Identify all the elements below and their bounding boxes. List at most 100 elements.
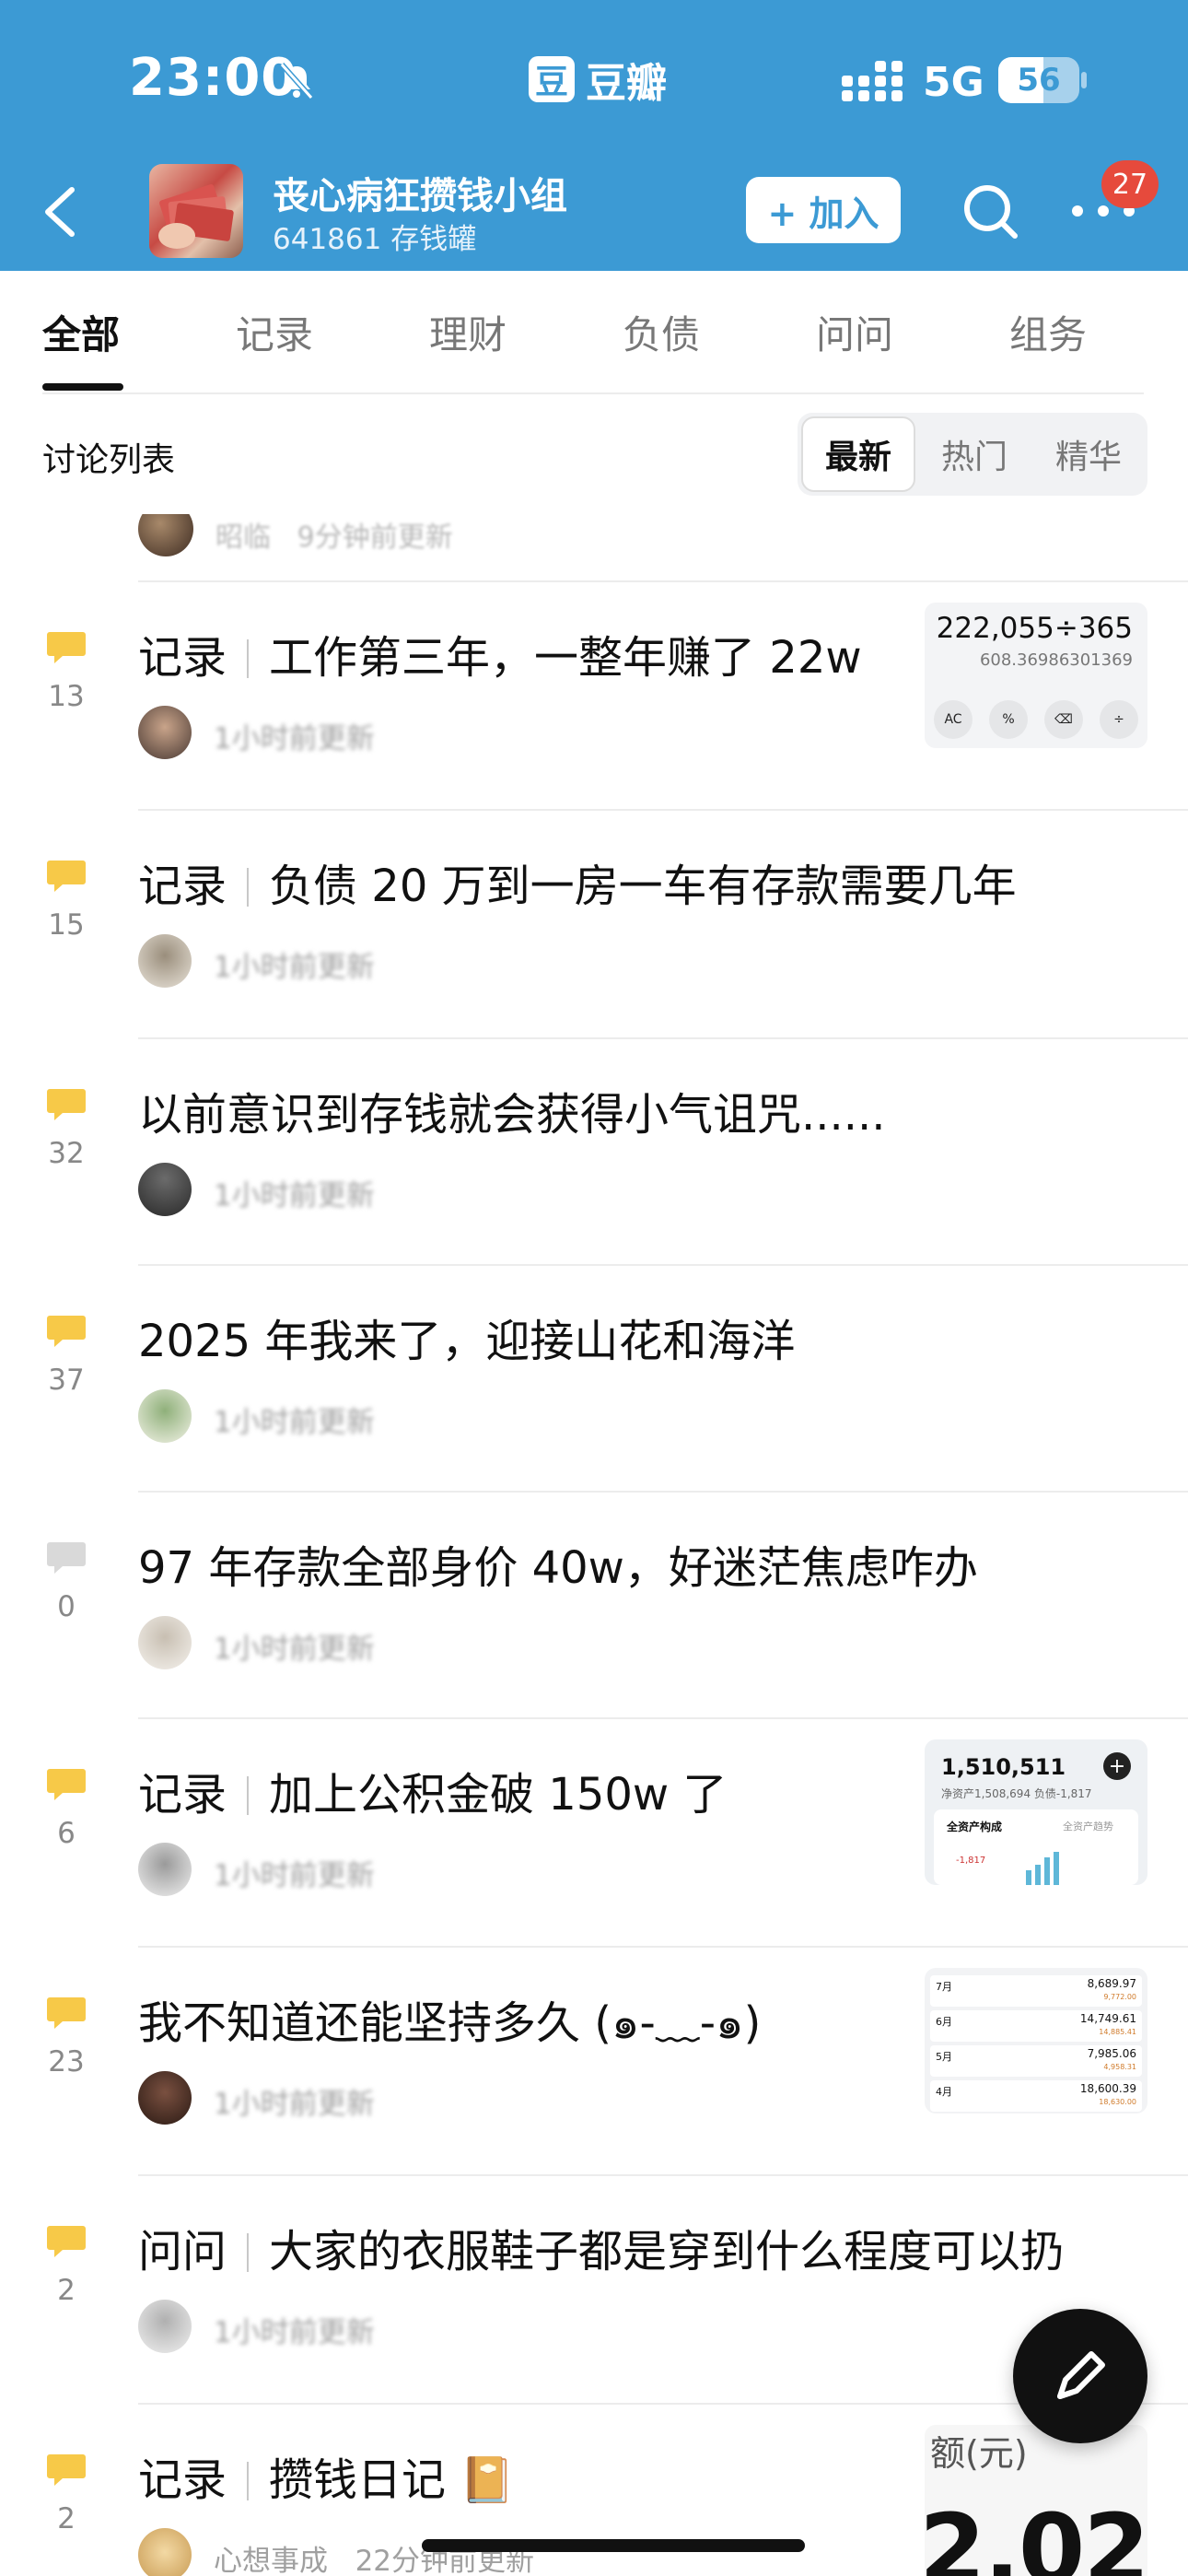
brand-name: 豆瓣: [586, 60, 667, 107]
post-title-text: 攒钱日记 📔: [269, 2454, 516, 2506]
cell-signal-icon: [842, 61, 903, 101]
diary-amount: 2,020: [925, 2493, 1147, 2576]
post-item[interactable]: 6 记录 加上公积金破 150w 了 1小时前更新 1,510,511 净资产1,…: [0, 1719, 1188, 1946]
discussion-list-title: 讨论列表: [42, 441, 176, 479]
calc-key: ⌫: [1044, 700, 1083, 739]
post-tag: 记录: [138, 2454, 227, 2506]
post-title[interactable]: 2025 年我来了，迎接山花和海洋: [138, 1305, 795, 1369]
asset-tab: 全资产趋势: [1063, 1821, 1113, 1832]
comment-bubble-icon: [47, 1089, 86, 1120]
post-meta: 1小时前更新: [214, 722, 375, 755]
join-group-button[interactable]: + 加入: [746, 177, 901, 243]
post-title[interactable]: 我不知道还能坚持多久 (๑-﹏-๑): [138, 1986, 761, 2058]
asset-total: 1,510,511: [941, 1754, 1066, 1780]
post-item[interactable]: 0 97 年存款全部身价 40w，好迷茫焦虑咋办 1小时前更新: [0, 1493, 1188, 1719]
comment-bubble-icon: [47, 861, 86, 892]
avatar[interactable]: [138, 934, 192, 988]
avatar[interactable]: [138, 706, 192, 759]
list-header: 讨论列表 最新 热门 精华: [0, 394, 1188, 514]
avatar[interactable]: [138, 2071, 192, 2125]
comment-count: 2: [57, 2274, 76, 2307]
comment-count: 6: [57, 1817, 76, 1850]
search-icon[interactable]: [960, 177, 1022, 247]
tab-all[interactable]: 全部: [42, 304, 120, 360]
sort-hot[interactable]: 热门: [917, 413, 1031, 496]
avatar[interactable]: [138, 1843, 192, 1896]
post-item[interactable]: 13 记录 工作第三年，一整年赚了 22w 1小时前更新 222,055÷365 …: [0, 582, 1188, 809]
tab-group-affairs[interactable]: 组务: [1009, 304, 1087, 360]
post-title[interactable]: 以前意识到存钱就会获得小气诅咒......: [138, 1078, 886, 1142]
post-title[interactable]: 记录 工作第三年，一整年赚了 22w: [138, 621, 862, 685]
comment-bubble-icon: [47, 1997, 86, 2029]
group-avatar[interactable]: [149, 164, 243, 258]
post-tag: 记录: [138, 1769, 227, 1821]
post-title[interactable]: 问问 大家的衣服鞋子都是穿到什么程度可以扔: [138, 2215, 1065, 2279]
calculator-screenshot-thumbnail[interactable]: 222,055÷365 608.36986301369 AC % ⌫ ÷: [925, 603, 1147, 748]
tab-debt[interactable]: 负债: [623, 304, 700, 360]
app-brand: 豆 豆瓣: [529, 52, 667, 107]
network-type: 5G: [923, 59, 984, 106]
status-time: 23:00: [129, 48, 298, 108]
comment-bubble-icon: [47, 2454, 86, 2486]
assets-screenshot-thumbnail[interactable]: 1,510,511 净资产1,508,694 负债-1,817 + 全资产构成 …: [925, 1739, 1147, 1885]
battery-icon: 56: [998, 57, 1079, 103]
compose-post-button[interactable]: [1013, 2309, 1147, 2443]
month-row: 5月 7,985.06 4,958.31: [930, 2045, 1142, 2077]
post-title-text: 大家的衣服鞋子都是穿到什么程度可以扔: [269, 2226, 1066, 2277]
post-title[interactable]: 记录 负债 20 万到一房一车有存款需要几年: [138, 849, 1017, 914]
avatar[interactable]: [138, 2528, 192, 2576]
calc-key: ÷: [1100, 700, 1138, 739]
comment-count: 23: [48, 2045, 85, 2078]
battery-cap: [1081, 72, 1087, 88]
post-title-text: 加上公积金破 150w 了: [269, 1769, 728, 1821]
active-tab-indicator: [42, 383, 123, 391]
comment-count: 15: [48, 908, 85, 942]
post-item[interactable]: 23 我不知道还能坚持多久 (๑-﹏-๑) 1小时前更新 7月 8,689.97 9…: [0, 1948, 1188, 2174]
post-title[interactable]: 97 年存款全部身价 40w，好迷茫焦虑咋办: [138, 1531, 978, 1596]
avatar[interactable]: [138, 1389, 192, 1443]
avatar[interactable]: [138, 514, 193, 556]
comment-bubble-icon: [47, 1316, 86, 1347]
post-title[interactable]: 记录 攒钱日记 📔: [138, 2443, 515, 2508]
asset-detail: 净资产1,508,694 负债-1,817: [941, 1787, 1092, 1800]
post-title-text: 负债 20 万到一房一车有存款需要几年: [269, 861, 1017, 912]
sort-featured[interactable]: 精华: [1031, 413, 1146, 496]
comment-count: 13: [48, 680, 85, 713]
tab-finance[interactable]: 理财: [429, 304, 507, 360]
discussion-feed[interactable]: 昭临 9分钟前更新 13 记录 工作第三年，一整年赚了 22w 1小时前更新 22…: [0, 514, 1188, 2576]
header: 23:00 豆 豆瓣 5G 56 丧心病狂攒钱小组 641861 存钱罐 + 加…: [0, 0, 1188, 271]
avatar[interactable]: [138, 1616, 192, 1669]
diary-thumbnail[interactable]: 额(元) 2,020: [925, 2425, 1147, 2576]
post-item[interactable]: 37 2025 年我来了，迎接山花和海洋 1小时前更新: [0, 1266, 1188, 1493]
post-tag: 问问: [138, 2226, 227, 2277]
group-members: 641861 存钱罐: [273, 223, 477, 256]
comment-bubble-icon: [47, 632, 86, 663]
post-item[interactable]: 32 以前意识到存钱就会获得小气诅咒...... 1小时前更新: [0, 1039, 1188, 1266]
month-row: 7月 8,689.97 9,772.00: [930, 1975, 1142, 2007]
comment-count: 0: [57, 1590, 76, 1623]
partial-post[interactable]: 昭临 9分钟前更新: [0, 514, 1188, 580]
post-meta: 1小时前更新: [214, 2088, 375, 2121]
group-name: 丧心病狂攒钱小组: [273, 175, 567, 217]
post-item[interactable]: 15 记录 负债 20 万到一房一车有存款需要几年 1小时前更新: [0, 811, 1188, 1037]
back-arrow-icon[interactable]: [31, 173, 90, 251]
asset-bar: [1026, 1870, 1031, 1885]
post-title-text: 工作第三年，一整年赚了 22w: [269, 632, 862, 684]
post-tag: 记录: [138, 861, 227, 912]
tab-records[interactable]: 记录: [236, 304, 313, 360]
post-title[interactable]: 记录 加上公积金破 150w 了: [138, 1758, 727, 1822]
tab-questions[interactable]: 问问: [816, 304, 893, 360]
calc-key: %: [989, 700, 1028, 739]
post-meta: 1小时前更新: [214, 1179, 375, 1212]
post-tag: 记录: [138, 632, 227, 684]
monthly-summary-thumbnail[interactable]: 7月 8,689.97 9,772.00 6月 14,749.61 14,885.41 …: [925, 1968, 1147, 2113]
calc-result: 608.36986301369: [979, 650, 1133, 670]
post-meta: 1小时前更新: [214, 951, 375, 984]
post-item[interactable]: 2 问问 大家的衣服鞋子都是穿到什么程度可以扔 1小时前更新: [0, 2176, 1188, 2403]
pen-icon: [1057, 2351, 1105, 2399]
sort-latest[interactable]: 最新: [801, 416, 915, 492]
comment-count: 37: [48, 1364, 85, 1397]
avatar[interactable]: [138, 1163, 192, 1216]
comment-count: 2: [57, 2502, 76, 2535]
avatar[interactable]: [138, 2300, 192, 2353]
